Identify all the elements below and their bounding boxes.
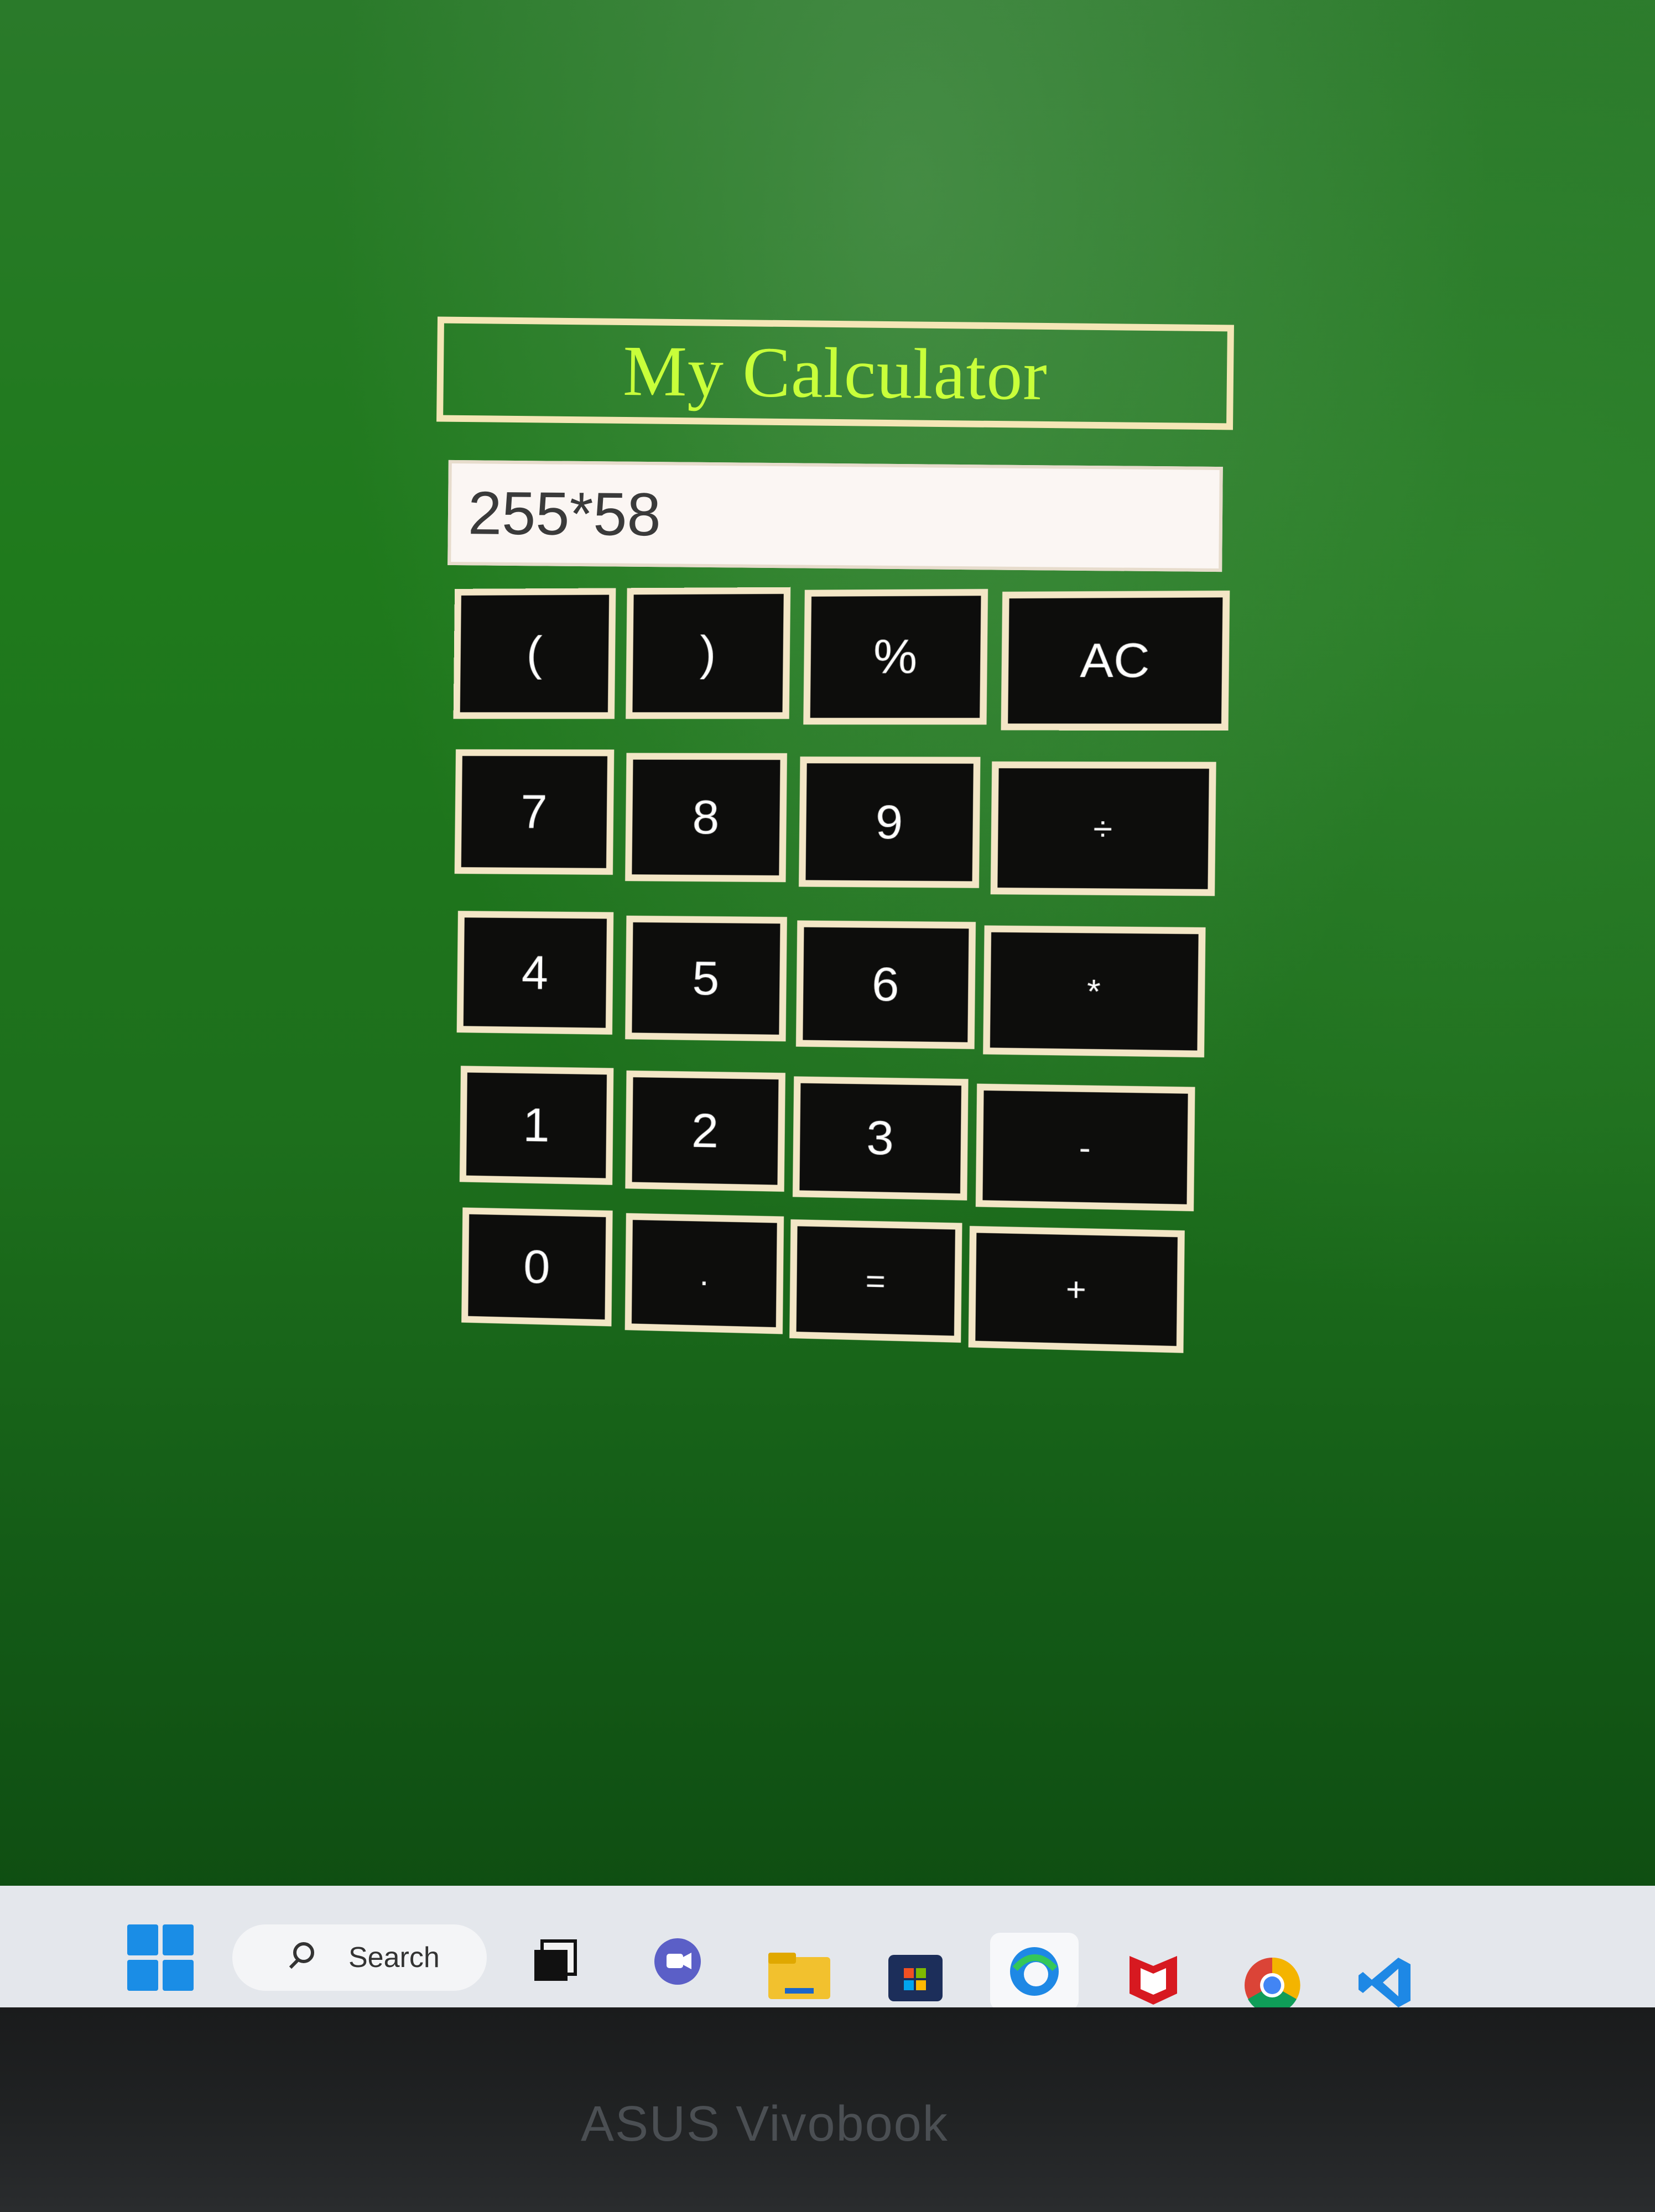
key-6[interactable]: 6 bbox=[795, 920, 976, 1050]
calculator-display[interactable]: 255*58 bbox=[447, 460, 1223, 572]
key-1[interactable]: 1 bbox=[459, 1066, 614, 1185]
key-8[interactable]: 8 bbox=[625, 753, 787, 883]
task-view-icon[interactable] bbox=[531, 1936, 581, 1985]
key-subtract[interactable]: - bbox=[975, 1083, 1195, 1212]
key-3[interactable]: 3 bbox=[792, 1076, 969, 1201]
key-equals[interactable]: = bbox=[789, 1219, 962, 1343]
mcafee-icon[interactable] bbox=[1123, 1949, 1184, 2010]
key-divide[interactable]: ÷ bbox=[990, 761, 1216, 896]
key-4[interactable]: 4 bbox=[456, 911, 614, 1035]
windows-start-icon[interactable] bbox=[127, 1924, 194, 1991]
display-value: 255*58 bbox=[467, 478, 662, 549]
keypad: ( ) % AC 7 8 9 ÷ 4 5 6 * 1 2 3 - 0 . = + bbox=[447, 585, 1242, 1356]
taskbar-search[interactable]: Search bbox=[232, 1924, 487, 1991]
vscode-icon[interactable] bbox=[1355, 1952, 1416, 2013]
key-9[interactable]: 9 bbox=[799, 757, 981, 888]
key-clear[interactable]: AC bbox=[1001, 590, 1230, 731]
key-2[interactable]: 2 bbox=[625, 1070, 785, 1192]
search-label: Search bbox=[348, 1942, 440, 1974]
edge-icon[interactable] bbox=[990, 1933, 1079, 2010]
screen: My Calculator 255*58 ( ) % AC 7 8 9 ÷ 4 … bbox=[0, 0, 1655, 1897]
store-icon[interactable] bbox=[885, 1949, 946, 2005]
file-explorer-icon[interactable] bbox=[766, 1949, 832, 2005]
laptop-brand-label: ASUS Vivobook bbox=[581, 2096, 949, 2152]
calculator-title: My Calculator bbox=[622, 331, 1048, 416]
key-close-paren[interactable]: ) bbox=[626, 587, 791, 719]
calculator-title-box: My Calculator bbox=[436, 316, 1234, 430]
key-decimal[interactable]: . bbox=[624, 1213, 784, 1334]
key-0[interactable]: 0 bbox=[461, 1207, 613, 1327]
search-icon bbox=[293, 1942, 314, 1963]
chat-icon[interactable] bbox=[647, 1933, 708, 1994]
key-7[interactable]: 7 bbox=[454, 749, 615, 875]
key-add[interactable]: + bbox=[968, 1225, 1185, 1353]
key-5[interactable]: 5 bbox=[625, 915, 787, 1042]
key-open-paren[interactable]: ( bbox=[453, 588, 616, 719]
key-percent[interactable]: % bbox=[803, 588, 988, 725]
key-multiply[interactable]: * bbox=[983, 925, 1206, 1058]
